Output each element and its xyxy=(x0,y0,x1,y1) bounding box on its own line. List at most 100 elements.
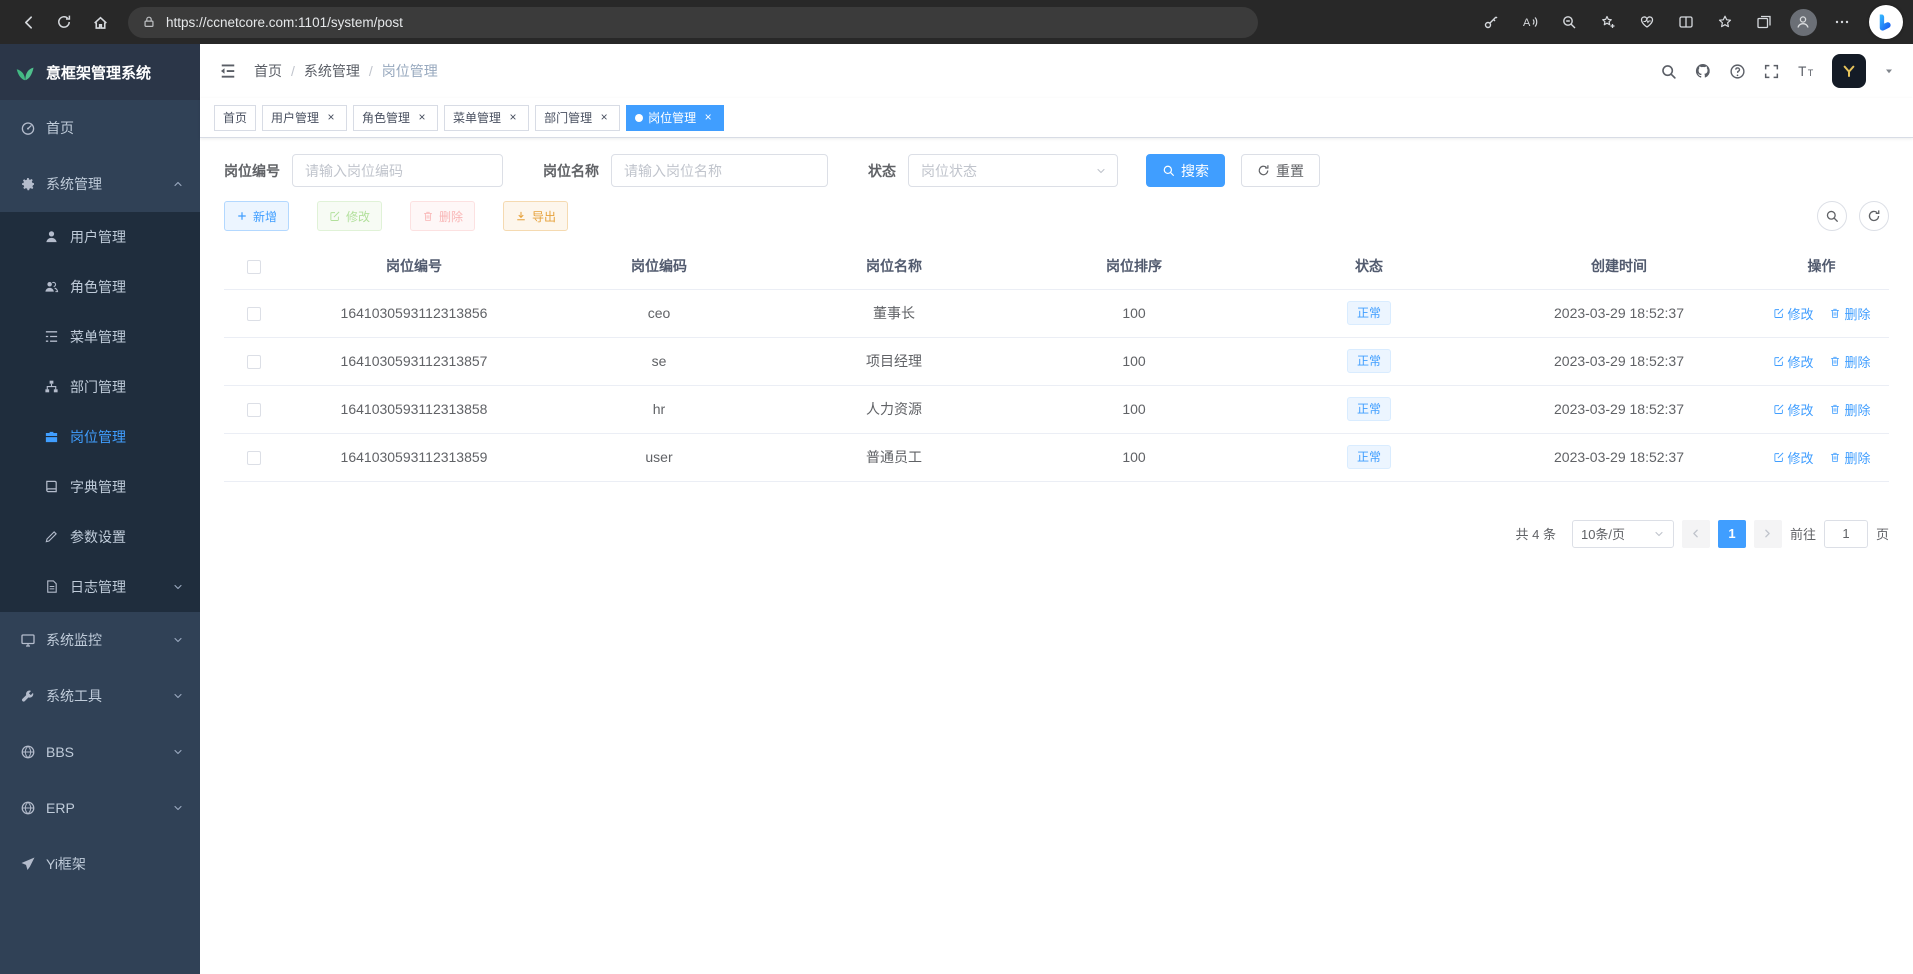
sidebar-item-role-management[interactable]: 角色管理 xyxy=(0,262,200,312)
user-icon xyxy=(44,229,60,245)
row-checkbox[interactable] xyxy=(247,451,261,465)
tab-close-icon[interactable]: × xyxy=(701,111,715,125)
layout-size-button[interactable] xyxy=(1797,62,1815,80)
trash-icon xyxy=(1829,403,1841,415)
breadcrumb-home[interactable]: 首页 xyxy=(254,61,282,81)
docs-help-button[interactable] xyxy=(1729,63,1746,80)
add-button[interactable]: 新增 xyxy=(224,201,289,231)
row-checkbox[interactable] xyxy=(247,403,261,417)
sidebar-item-user-management[interactable]: 用户管理 xyxy=(0,212,200,262)
app-title: 意框架管理系统 xyxy=(46,62,151,83)
browser-home-button[interactable] xyxy=(82,4,118,40)
row-edit-button[interactable]: 修改 xyxy=(1773,304,1814,323)
avatar-dropdown-caret[interactable] xyxy=(1883,65,1895,77)
row-edit-button[interactable]: 修改 xyxy=(1773,352,1814,371)
sidebar-item-label: BBS xyxy=(46,744,74,760)
sidebar-item-log-management[interactable]: 日志管理 xyxy=(0,562,200,612)
goto-suffix-label: 页 xyxy=(1876,524,1889,543)
sidebar-item-dict-management[interactable]: 字典管理 xyxy=(0,462,200,512)
prev-page-button[interactable] xyxy=(1682,520,1710,548)
status-select[interactable]: 岗位状态 xyxy=(908,154,1118,187)
user-avatar[interactable] xyxy=(1832,54,1866,88)
tab-role-management[interactable]: 角色管理× xyxy=(353,105,438,131)
tab-home[interactable]: 首页 xyxy=(214,105,256,131)
table-toolbar: 新增 修改 删除 导出 xyxy=(224,201,1889,231)
sidebar-item-param-settings[interactable]: 参数设置 xyxy=(0,512,200,562)
edit-button[interactable]: 修改 xyxy=(317,201,382,231)
site-info-icon[interactable] xyxy=(142,15,156,29)
browser-profile-button[interactable] xyxy=(1786,5,1820,39)
question-circle-icon xyxy=(1729,63,1746,80)
fullscreen-button[interactable] xyxy=(1763,63,1780,80)
sidebar-item-yi-framework[interactable]: Yi框架 xyxy=(0,836,200,892)
edit-button-label: 修改 xyxy=(346,208,370,225)
goto-page-input[interactable] xyxy=(1824,520,1868,548)
split-screen-button[interactable] xyxy=(1669,5,1703,39)
sidebar-item-system-tools[interactable]: 系统工具 xyxy=(0,668,200,724)
sidebar-item-dept-management[interactable]: 部门管理 xyxy=(0,362,200,412)
password-key-button[interactable] xyxy=(1474,5,1508,39)
collections-icon xyxy=(1756,14,1772,30)
zoom-button[interactable] xyxy=(1552,5,1586,39)
address-bar[interactable]: https://ccnetcore.com:1101/system/post xyxy=(128,7,1258,38)
tab-close-icon[interactable]: × xyxy=(415,111,429,125)
tab-user-management[interactable]: 用户管理× xyxy=(262,105,347,131)
tab-menu-management[interactable]: 菜单管理× xyxy=(444,105,529,131)
sidebar-item-bbs[interactable]: BBS xyxy=(0,724,200,780)
browser-refresh-button[interactable] xyxy=(46,4,82,40)
row-delete-button[interactable]: 删除 xyxy=(1829,304,1870,323)
edit-icon xyxy=(1773,355,1785,367)
cell-post-name: 项目经理 xyxy=(774,337,1014,385)
search-button-label: 搜索 xyxy=(1181,161,1209,181)
page-number-button[interactable]: 1 xyxy=(1718,520,1746,548)
tab-close-icon[interactable]: × xyxy=(324,111,338,125)
row-delete-label: 删除 xyxy=(1844,448,1870,467)
delete-button[interactable]: 删除 xyxy=(410,201,475,231)
reset-button[interactable]: 重置 xyxy=(1241,154,1320,187)
sidebar-item-post-management[interactable]: 岗位管理 xyxy=(0,412,200,462)
github-link-button[interactable] xyxy=(1694,62,1712,80)
browser-essentials-button[interactable] xyxy=(1630,5,1664,39)
export-button[interactable]: 导出 xyxy=(503,201,568,231)
sidebar-item-system-monitor[interactable]: 系统监控 xyxy=(0,612,200,668)
header-search-button[interactable] xyxy=(1660,63,1677,80)
favorites-button[interactable] xyxy=(1708,5,1742,39)
sidebar-fold-button[interactable] xyxy=(218,61,238,81)
tab-dept-management[interactable]: 部门管理× xyxy=(535,105,620,131)
sidebar-item-system-management[interactable]: 系统管理 xyxy=(0,156,200,212)
column-header-post-name: 岗位名称 xyxy=(774,243,1014,289)
row-checkbox[interactable] xyxy=(247,355,261,369)
add-favorite-button[interactable] xyxy=(1591,5,1625,39)
row-delete-button[interactable]: 删除 xyxy=(1829,400,1870,419)
row-delete-button[interactable]: 删除 xyxy=(1829,448,1870,467)
toggle-search-button[interactable] xyxy=(1817,201,1847,231)
breadcrumb-system[interactable]: 系统管理 xyxy=(304,61,360,81)
chevron-down-icon xyxy=(172,581,184,593)
tab-post-management[interactable]: 岗位管理× xyxy=(626,105,724,131)
collections-button[interactable] xyxy=(1747,5,1781,39)
browser-back-button[interactable] xyxy=(10,4,46,40)
tab-close-icon[interactable]: × xyxy=(506,111,520,125)
page-size-select[interactable]: 10条/页 xyxy=(1572,520,1674,548)
sidebar-item-erp[interactable]: ERP xyxy=(0,780,200,836)
zoom-icon xyxy=(1561,14,1577,30)
post-code-input[interactable] xyxy=(292,154,503,187)
settings-menu-button[interactable] xyxy=(1825,5,1859,39)
next-page-button[interactable] xyxy=(1754,520,1782,548)
read-aloud-button[interactable] xyxy=(1513,5,1547,39)
row-checkbox[interactable] xyxy=(247,307,261,321)
download-icon xyxy=(515,210,527,222)
post-code-label: 岗位编号 xyxy=(224,161,280,181)
breadcrumb: 首页 / 系统管理 / 岗位管理 xyxy=(254,61,438,81)
tab-close-icon[interactable]: × xyxy=(597,111,611,125)
row-edit-button[interactable]: 修改 xyxy=(1773,400,1814,419)
row-edit-button[interactable]: 修改 xyxy=(1773,448,1814,467)
sidebar-item-home[interactable]: 首页 xyxy=(0,100,200,156)
refresh-table-button[interactable] xyxy=(1859,201,1889,231)
search-button[interactable]: 搜索 xyxy=(1146,154,1225,187)
row-delete-button[interactable]: 删除 xyxy=(1829,352,1870,371)
select-all-checkbox[interactable] xyxy=(247,260,261,274)
post-name-input[interactable] xyxy=(611,154,828,187)
copilot-bing-button[interactable] xyxy=(1869,5,1903,39)
sidebar-item-menu-management[interactable]: 菜单管理 xyxy=(0,312,200,362)
